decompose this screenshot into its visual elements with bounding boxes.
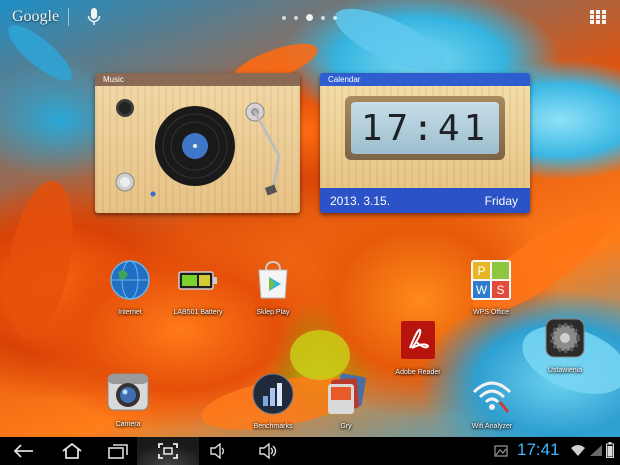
- app-label: Wifi Analyzer: [471, 423, 513, 430]
- globe-icon: [110, 260, 150, 300]
- page-dot: [333, 15, 337, 20]
- app-label: Camera: [115, 421, 141, 428]
- signal-strength-icon: [590, 445, 602, 456]
- wps-office-icon: P W S: [471, 260, 511, 300]
- volume-up-icon: [259, 443, 277, 459]
- app-label: Benchmarks: [253, 423, 293, 430]
- app-label: Sklep Play: [256, 309, 290, 316]
- play-store-icon: [258, 260, 288, 299]
- recent-apps-icon: [108, 444, 128, 459]
- top-search-bar: Google: [0, 0, 620, 34]
- calendar-date-bar: 2013. 3.15. Friday: [320, 188, 530, 213]
- digital-clock-time: 17:41: [351, 102, 499, 154]
- page-dot-active: [306, 14, 313, 21]
- home-button[interactable]: [52, 437, 92, 465]
- page-dot: [282, 15, 286, 20]
- app-label: Adobe Reader: [395, 369, 441, 376]
- back-button[interactable]: [4, 437, 44, 465]
- page-dot: [294, 15, 298, 20]
- benchmarks-icon: [252, 373, 294, 415]
- svg-text:W: W: [476, 283, 488, 297]
- games-icon: [328, 373, 366, 414]
- page-dot: [321, 15, 325, 20]
- turntable-icon: [115, 99, 281, 197]
- google-search-label[interactable]: Google: [12, 8, 59, 26]
- calendar-widget[interactable]: Calendar 17:41 2013. 3.15. Friday: [320, 73, 530, 213]
- app-wifi-analyzer[interactable]: Wifi Analyzer: [452, 372, 532, 430]
- volume-down-icon: [210, 443, 225, 459]
- page-indicator: [282, 14, 337, 21]
- camera-icon: [107, 373, 149, 411]
- all-apps-icon[interactable]: [590, 10, 606, 24]
- digital-clock-frame: 17:41: [345, 96, 505, 160]
- gallery-notification-icon[interactable]: [494, 445, 508, 457]
- status-clock[interactable]: 17:41: [517, 440, 560, 460]
- app-adobe-reader[interactable]: Adobe Reader: [378, 318, 458, 376]
- app-label: LAB501 Battery: [173, 309, 223, 316]
- music-widget[interactable]: Music: [95, 73, 300, 213]
- clock-panel: 17:41: [320, 86, 530, 188]
- svg-text:P: P: [477, 264, 485, 278]
- battery-icon: [178, 271, 217, 290]
- calendar-date: 2013. 3.15.: [330, 194, 391, 208]
- wifi-signal-icon: [571, 445, 585, 456]
- recent-apps-button[interactable]: [98, 437, 138, 465]
- volume-up-button[interactable]: [248, 437, 288, 465]
- home-icon: [62, 443, 82, 459]
- adobe-reader-icon: [401, 321, 435, 359]
- settings-icon: [545, 318, 585, 358]
- app-sklep-play[interactable]: Sklep Play: [233, 258, 313, 316]
- microphone-icon[interactable]: [86, 7, 102, 27]
- turntable-panel: [95, 86, 300, 213]
- calendar-widget-title: Calendar: [320, 73, 530, 86]
- app-camera[interactable]: Camera: [88, 370, 168, 428]
- wifi-analyzer-icon: [472, 381, 512, 413]
- back-arrow-icon: [13, 444, 33, 458]
- app-benchmarks[interactable]: Benchmarks: [233, 372, 313, 430]
- battery-status-icon: [606, 442, 614, 458]
- app-label: Gry: [340, 423, 352, 430]
- music-widget-title: Music: [95, 73, 300, 86]
- search-divider: [68, 8, 69, 26]
- calendar-day: Friday: [484, 194, 518, 208]
- app-label: WPS Office: [472, 309, 510, 316]
- app-ustawienia[interactable]: Ustawienia: [525, 316, 605, 374]
- app-label: Ustawienia: [547, 367, 583, 374]
- screenshot-button[interactable]: [137, 437, 199, 465]
- screenshot-icon: [158, 443, 178, 459]
- app-wps-office[interactable]: P W S WPS Office: [451, 258, 531, 316]
- app-gry[interactable]: Gry: [306, 372, 386, 430]
- svg-text:S: S: [496, 283, 504, 297]
- volume-down-button[interactable]: [198, 437, 238, 465]
- app-lab501-battery[interactable]: LAB501 Battery: [158, 258, 238, 316]
